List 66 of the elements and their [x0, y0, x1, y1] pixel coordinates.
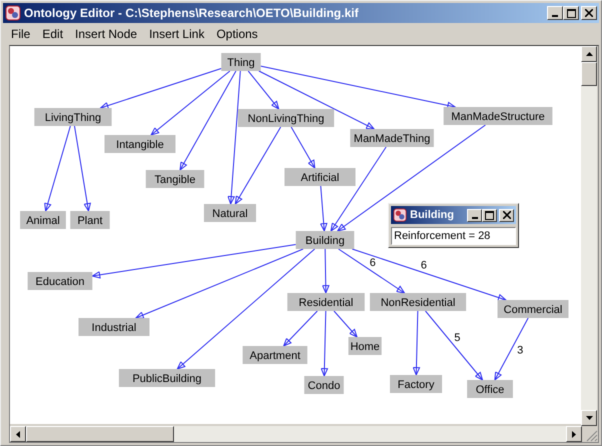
arrow — [333, 310, 358, 338]
minimize-button[interactable] — [547, 6, 563, 20]
menu-item[interactable]: Edit — [36, 26, 70, 42]
close-button[interactable] — [499, 208, 514, 222]
scroll-left-button[interactable] — [10, 426, 26, 442]
property-field[interactable]: Reinforcement = 28 — [391, 227, 516, 245]
maximize-button[interactable] — [563, 6, 579, 20]
scroll-right-button[interactable] — [566, 426, 582, 442]
scroll-thumb[interactable] — [581, 62, 597, 86]
edge-label: 6 — [370, 257, 376, 270]
maximize-button[interactable] — [482, 208, 497, 222]
right-arrow-icon — [572, 430, 576, 438]
node[interactable]: LivingThing — [34, 108, 112, 126]
window-title: Ontology Editor - C:\Stephens\Research\OETO\Building.kif — [24, 6, 358, 20]
node[interactable]: Thing — [221, 53, 261, 71]
menu-item[interactable]: File — [5, 26, 36, 42]
node[interactable]: Education — [28, 272, 92, 290]
minimize-button[interactable] — [467, 208, 482, 222]
node[interactable]: Commercial — [498, 300, 568, 318]
edge-label: 5 — [454, 332, 460, 344]
scroll-thumb[interactable] — [26, 426, 174, 442]
left-arrow-icon — [16, 430, 20, 438]
node[interactable]: Intangible — [104, 135, 176, 153]
popup-title: Building — [410, 209, 454, 221]
node[interactable]: Tangible — [146, 170, 204, 188]
node[interactable]: Home — [348, 337, 382, 355]
scroll-up-button[interactable] — [581, 46, 597, 62]
close-icon — [502, 211, 510, 219]
menu-item[interactable]: Options — [210, 26, 264, 42]
arrow — [424, 310, 484, 381]
up-arrow-icon — [586, 52, 592, 56]
vertical-scrollbar[interactable] — [581, 46, 597, 426]
node[interactable]: Factory — [390, 375, 442, 393]
node[interactable]: Apartment — [242, 346, 308, 364]
edge-label: 6 — [420, 259, 427, 272]
app-icon — [393, 208, 407, 222]
app-icon — [5, 5, 21, 21]
node[interactable]: Condo — [304, 376, 344, 394]
node[interactable]: PublicBuilding — [118, 369, 216, 387]
scroll-down-button[interactable] — [581, 410, 597, 426]
horizontal-scrollbar[interactable] — [10, 426, 582, 442]
node[interactable]: Building — [296, 231, 354, 249]
edge-label: 3 — [517, 344, 524, 357]
arrow — [320, 186, 328, 232]
node[interactable]: NonLivingThing — [238, 109, 334, 127]
arrow — [320, 310, 328, 378]
close-button[interactable] — [581, 6, 597, 20]
menu-item[interactable]: Insert Link — [143, 26, 210, 42]
down-arrow-icon — [586, 416, 592, 420]
node[interactable]: Animal — [20, 211, 66, 229]
menu-item[interactable]: Insert Node — [69, 26, 144, 42]
node[interactable]: Industrial — [78, 318, 150, 336]
arrow — [412, 310, 420, 376]
arrow — [494, 318, 529, 382]
node[interactable]: Natural — [204, 204, 256, 222]
maximize-icon — [566, 8, 576, 18]
node[interactable]: NonResidential — [370, 293, 466, 311]
node[interactable]: Office — [467, 380, 513, 398]
maximize-icon — [485, 210, 494, 220]
close-icon — [585, 9, 593, 17]
node[interactable]: Plant — [70, 211, 110, 229]
node[interactable]: Residential — [287, 293, 365, 311]
node[interactable]: ManMadeThing — [350, 129, 434, 147]
arrow — [322, 248, 330, 294]
node[interactable]: Artificial — [284, 168, 356, 186]
node[interactable]: ManMadeStructure — [444, 107, 552, 125]
